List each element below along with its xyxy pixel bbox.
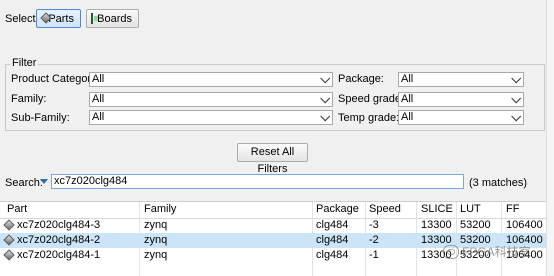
cell-part: xc7z020clg484-3 [17,219,101,231]
product-category-value: All [92,73,105,85]
chevron-down-icon [320,111,331,122]
sub-family-select[interactable]: All [89,110,333,125]
boards-toggle-button[interactable]: Boards [86,9,139,28]
table-header: Part Family Package Speed SLICE LUT FF [0,202,546,219]
boards-button-label: Boards [97,12,132,25]
parts-toggle-button[interactable]: Parts [36,9,81,28]
column-header-part[interactable]: Part [7,202,27,217]
family-select[interactable]: All [89,92,333,107]
search-label: Search: [5,177,43,189]
cell-package: clg484 [316,249,349,261]
table-row[interactable]: xc7z020clg484-3 zynq clg484 -3 13300 532… [0,218,546,233]
filter-group-title: Filter [10,57,39,69]
speed-grade-label: Speed grade: [338,93,405,105]
cell-speed: -2 [369,234,379,246]
reset-all-filters-button[interactable]: Reset All Filters [237,143,308,175]
cell-speed: -3 [369,219,379,231]
package-value: All [401,73,414,85]
sub-family-label: Sub-Family: [11,112,70,124]
search-options-dropdown[interactable] [39,176,49,186]
part-icon [4,235,15,246]
package-select[interactable]: All [398,72,524,87]
parts-table: Part Family Package Speed SLICE LUT FF x… [0,201,546,276]
cell-part: xc7z020clg484-1 [17,249,101,261]
watermark: FPGA科技室 [443,243,531,260]
column-header-lut[interactable]: LUT [460,202,481,217]
column-header-family[interactable]: Family [144,202,176,217]
column-header-package[interactable]: Package [316,202,359,217]
product-category-label: Product Category: [11,73,100,85]
wechat-icon [443,244,459,259]
match-count: (3 matches) [469,177,528,189]
cell-lut: 53200 [460,219,491,231]
cell-family: zynq [144,234,168,246]
chevron-down-icon [511,111,522,122]
vertical-scrollbar[interactable] [546,0,554,275]
product-category-select[interactable]: All [89,72,333,87]
cell-package: clg484 [316,219,349,231]
speed-grade-select[interactable]: All [398,92,524,107]
column-header-speed[interactable]: Speed [369,202,401,217]
part-icon [4,220,15,231]
temp-grade-select[interactable]: All [398,110,524,125]
cell-package: clg484 [316,234,349,246]
part-icon [4,250,15,261]
search-input[interactable]: xc7z020clg484 [51,174,464,189]
cell-part: xc7z020clg484-2 [17,234,101,246]
temp-grade-value: All [401,111,414,123]
speed-grade-value: All [401,93,414,105]
select-label: Select: [5,13,39,25]
part-icon [41,13,44,24]
package-label: Package: [338,73,384,85]
board-icon [91,13,99,24]
cell-ff: 106400 [506,219,543,231]
family-value: All [92,93,105,105]
column-header-slice[interactable]: SLICE [421,202,453,217]
family-label: Family: [11,93,47,105]
sub-family-value: All [92,111,105,123]
column-header-ff[interactable]: FF [506,202,519,217]
temp-grade-label: Temp grade: [338,112,400,124]
parts-button-label: Parts [48,12,74,25]
cell-family: zynq [144,219,168,231]
chevron-down-icon [511,73,522,84]
chevron-down-icon [511,93,522,104]
chevron-down-icon [320,73,331,84]
cell-speed: -1 [369,249,379,261]
caret-down-icon [40,179,48,184]
cell-slice: 13300 [421,219,452,231]
watermark-text: FPGA科技室 [462,245,531,259]
chevron-down-icon [320,93,331,104]
cell-family: zynq [144,249,168,261]
